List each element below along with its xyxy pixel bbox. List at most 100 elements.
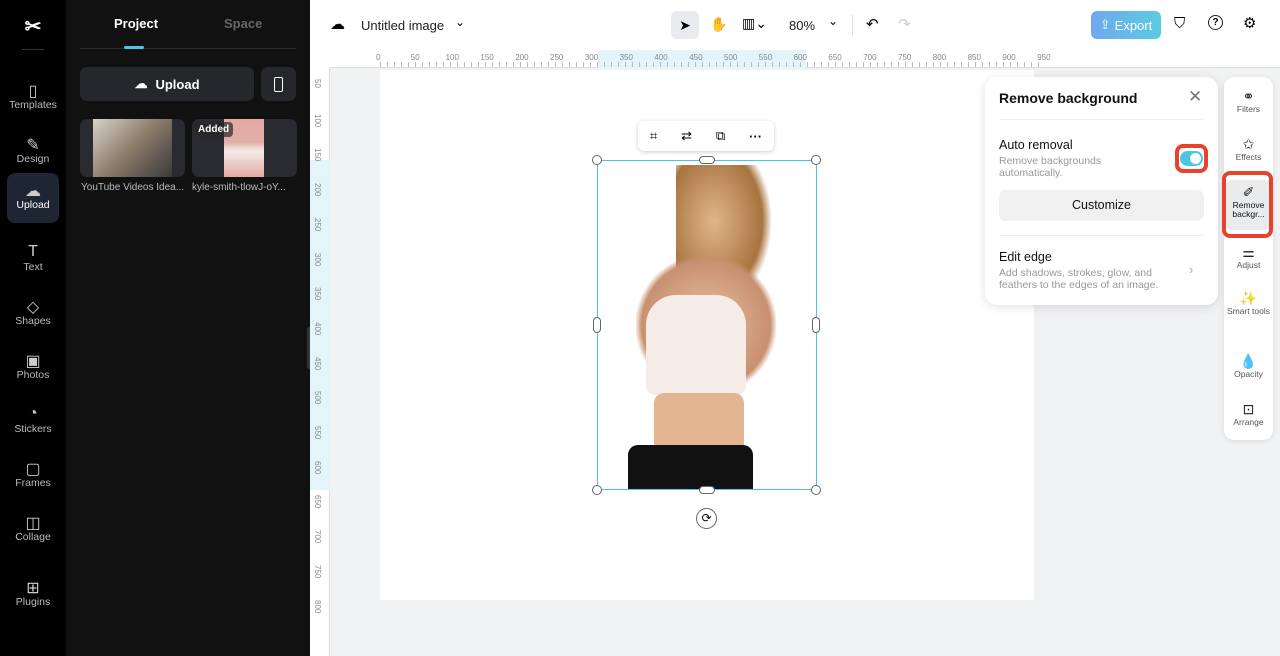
export-label: Export xyxy=(1114,17,1153,33)
customize-button[interactable]: Customize xyxy=(999,190,1204,221)
rail-item-label: Shapes xyxy=(15,315,51,327)
ruler-tick-label: 550 xyxy=(758,53,773,62)
resize-handle[interactable] xyxy=(812,317,820,333)
panel-title: Remove background xyxy=(999,90,1138,106)
top-toolbar: ☁ Untitled image ⌄ ➤ ✋ ▥⌄ 80% ⌄ ↶ ↷ ⇪ Exp… xyxy=(310,0,1280,50)
ruler-tick-label: 50 xyxy=(410,53,420,62)
ruler-tick-label: 800 xyxy=(932,53,947,62)
frames-icon: ▢ xyxy=(25,461,41,478)
resize-handle[interactable] xyxy=(592,485,602,495)
replace-icon[interactable]: ⇄ xyxy=(681,128,692,144)
sidebar-item-0[interactable]: ⚭ Filters xyxy=(1226,87,1271,114)
ruler-tick-label: 700 xyxy=(313,530,322,544)
tab-project[interactable]: Project xyxy=(114,16,158,31)
shield-icon[interactable]: ⛉ xyxy=(1174,15,1185,32)
chevron-down-icon[interactable]: ⌄ xyxy=(828,14,838,28)
tab-space[interactable]: Space xyxy=(224,16,262,31)
settings-icon[interactable]: ⚙ xyxy=(1243,14,1256,32)
sidebar-item-5[interactable]: 💧 Opacity xyxy=(1226,352,1271,379)
ruler-tick-label: 200 xyxy=(313,183,322,197)
cloud-saved-icon: ☁ xyxy=(330,16,345,33)
export-button[interactable]: ⇪ Export xyxy=(1091,11,1161,39)
ruler-tick-label: 50 xyxy=(313,79,322,88)
rail-item-label: Design xyxy=(16,153,50,165)
crop-icon[interactable]: ⌗ xyxy=(650,128,657,144)
selection-box[interactable] xyxy=(597,160,817,490)
resize-handle[interactable] xyxy=(811,485,821,495)
rail-item-upload[interactable]: ☁ Upload xyxy=(7,173,59,223)
filters-icon: ⚭ xyxy=(1242,88,1255,104)
redo-icon[interactable]: ↷ xyxy=(898,15,911,33)
auto-removal-toggle[interactable] xyxy=(1180,151,1203,166)
export-icon: ⇪ xyxy=(1099,17,1111,32)
hand-tool-icon[interactable]: ✋ xyxy=(710,16,727,33)
divider xyxy=(80,48,296,49)
rail-item-plugins[interactable]: ⊞ Plugins xyxy=(7,570,59,620)
active-tab-indicator xyxy=(124,46,144,49)
collage-icon: ◫ xyxy=(25,515,41,532)
ruler-tick-label: 100 xyxy=(445,53,459,62)
sidebar-item-label: Arrange xyxy=(1233,417,1264,427)
ruler-ticks xyxy=(380,62,1042,67)
rail-item-label: Upload xyxy=(16,199,50,211)
shapes-icon: ◇ xyxy=(26,299,40,316)
asset-thumbnail[interactable] xyxy=(80,119,185,177)
chevron-down-icon[interactable]: ⌄ xyxy=(455,15,465,29)
resize-handle[interactable] xyxy=(811,155,821,165)
ruler-tick-label: 400 xyxy=(654,53,668,62)
left-nav-rail: ✂ ▯ Templates ✎ Design ☁ Upload T Text ◇ Shapes ▣ P… xyxy=(0,0,66,656)
sidebar-item-4[interactable]: ✨ Smart tools xyxy=(1226,289,1271,316)
rail-item-design[interactable]: ✎ Design xyxy=(7,127,59,177)
template-icon: ▯ xyxy=(28,83,38,100)
asset-thumbnail[interactable]: Added xyxy=(192,119,297,177)
help-icon[interactable]: ? xyxy=(1208,15,1223,30)
stickers-icon: ◔ xyxy=(28,405,38,422)
rail-item-templates[interactable]: ▯ Templates xyxy=(7,73,59,123)
rail-item-label: Collage xyxy=(15,531,51,543)
rail-item-shapes[interactable]: ◇ Shapes xyxy=(7,289,59,339)
ruler-tick-label: 250 xyxy=(313,217,322,232)
divider xyxy=(999,235,1204,236)
adjust-icon: ⚌ xyxy=(1242,244,1255,260)
ruler-tick-label: 150 xyxy=(313,148,322,162)
photos-icon: ▣ xyxy=(25,353,41,370)
ruler-tick-label: 800 xyxy=(313,599,322,613)
more-icon[interactable]: ··· xyxy=(749,129,762,144)
rail-item-stickers[interactable]: ◔ Stickers xyxy=(7,397,59,447)
resize-handle[interactable] xyxy=(593,317,601,333)
toggle-knob xyxy=(1190,153,1201,164)
rail-item-frames[interactable]: ▢ Frames xyxy=(7,451,59,501)
rail-item-label: Text xyxy=(23,261,43,273)
ruler-tick-label: 750 xyxy=(898,53,912,62)
zoom-level[interactable]: 80% xyxy=(789,18,815,33)
divider xyxy=(999,119,1204,120)
rail-item-collage[interactable]: ◫ Collage xyxy=(7,505,59,555)
upload-button[interactable]: ☁ Upload xyxy=(80,67,254,101)
ruler-tick-label: 600 xyxy=(793,53,807,62)
phone-upload-button[interactable] xyxy=(261,67,296,101)
resize-handle[interactable] xyxy=(699,156,715,164)
smart-tools-icon: ✨ xyxy=(1239,290,1258,306)
vertical-ruler: 50 100 150 200 250 300 350 400 450 500 550 600 650 70… xyxy=(310,68,330,656)
capcut-logo-icon[interactable]: ✂ xyxy=(20,14,46,38)
close-icon[interactable]: ✕ xyxy=(1188,87,1202,107)
resize-handle[interactable] xyxy=(699,486,715,494)
rotate-icon[interactable]: ⟳ xyxy=(696,508,717,529)
select-tool-icon[interactable]: ➤ xyxy=(671,11,699,39)
upload-icon: ☁ xyxy=(25,183,41,200)
undo-icon[interactable]: ↶ xyxy=(866,15,879,33)
sidebar-item-1[interactable]: ✩ Effects xyxy=(1226,135,1271,162)
ruler-tick-label: 100 xyxy=(313,113,322,128)
resize-handle[interactable] xyxy=(592,155,602,165)
remove-background-highlight xyxy=(1222,171,1273,238)
layout-icon[interactable]: ▥⌄ xyxy=(742,15,767,32)
sidebar-item-label: Adjust xyxy=(1236,260,1261,270)
sidebar-item-3[interactable]: ⚌ Adjust xyxy=(1226,243,1271,270)
rail-item-text[interactable]: T Text xyxy=(7,235,59,285)
rail-item-photos[interactable]: ▣ Photos xyxy=(7,343,59,393)
duplicate-icon[interactable]: ⧉ xyxy=(716,128,725,144)
ruler-tick-label: 500 xyxy=(724,53,738,62)
arrange-icon: ⊡ xyxy=(1242,401,1255,417)
sidebar-item-6[interactable]: ⊡ Arrange xyxy=(1226,400,1271,427)
document-title[interactable]: Untitled image xyxy=(361,18,444,33)
